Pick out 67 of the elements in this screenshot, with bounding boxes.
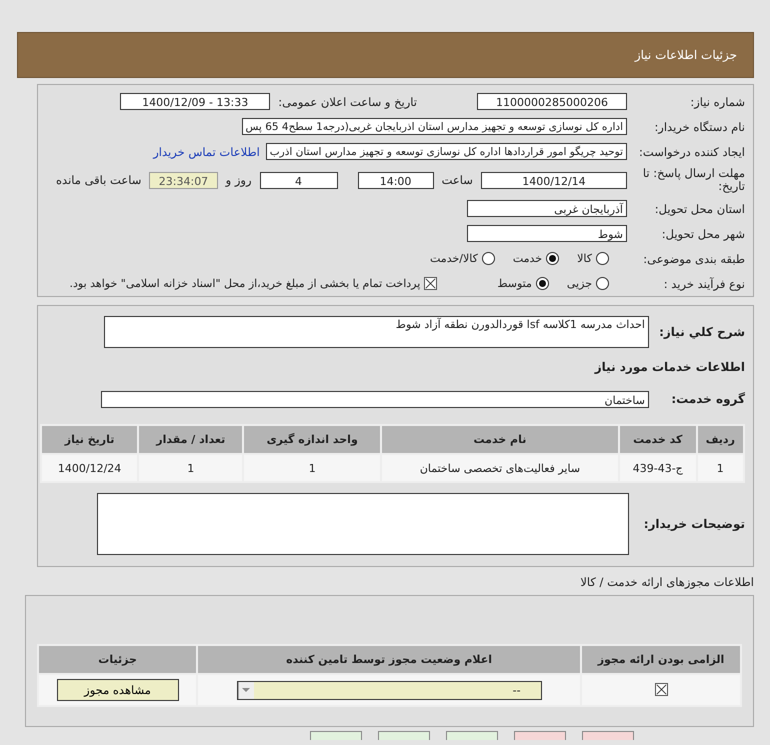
field-label: ساعت [442,173,473,187]
button-edge[interactable] [446,731,498,740]
contact-link[interactable]: اطلاعات تماس خریدار [153,144,260,158]
column-header: تعداد / مقدار [139,426,242,453]
text-field[interactable]: 1400/12/09 - 13:33 [120,93,270,110]
column-header: ردیف [698,426,743,453]
text-field[interactable]: شوط [467,225,627,242]
radio-button[interactable] [482,252,495,265]
field-label: گروه خدمت: [670,392,745,406]
text-field[interactable]: آذربایجان غربی [467,200,627,217]
text-field[interactable]: 14:00 [358,172,434,188]
field-label: تاریخ و ساعت اعلان عمومی: [278,94,417,108]
table-cell: 1 [244,455,380,481]
radio-button[interactable] [536,277,549,290]
payment-note: پرداخت تمام یا بخشی از مبلغ خرید،از محل "اسناد خزانه اسلامی" خواهد بود. [70,277,420,290]
field-label: نام دستگاه خریدار: [653,120,745,134]
table-cell: 1400/12/24 [42,455,138,481]
table-cell: 1 [698,455,743,481]
text-field[interactable]: اداره کل نوسازی توسعه و تجهیز مدارس استان اذربایجان غربی(درجه1 سطح4 65 پس [242,118,627,135]
radio-button[interactable] [546,252,560,265]
button-edge[interactable] [514,731,566,740]
column-header: نام خدمت [382,426,618,453]
field-label: ساعت باقی مانده [56,173,142,187]
radio-button[interactable] [596,252,609,265]
table-cell: سایر فعالیت‌های تخصصی ساختمان [382,455,618,481]
checkbox[interactable] [654,682,668,696]
field-label: استان محل تحویل: [654,202,745,216]
button-edge[interactable] [582,731,634,740]
field-label: روز و [226,173,252,187]
option-label: کالا/خدمت [430,252,478,265]
column-header: جزئیات [39,646,196,673]
text-field[interactable]: 1100000285000206 [477,93,627,110]
option-label: جزیی [566,277,592,290]
text-field[interactable]: 1400/12/14 [480,172,627,188]
countdown-timer: 23:34:07 [149,172,218,188]
option-label: متوسط [497,277,532,290]
column-header: واحد اندازه گیری [244,426,380,453]
field-label: مهلت ارسال پاسخ: تا تاریخ: [642,167,745,193]
button-edge[interactable] [310,731,362,740]
field-label: شماره نیاز: [689,94,745,108]
dropdown[interactable]: -- [236,680,542,700]
text-field[interactable]: ساختمان [101,390,649,408]
field-label: شهر محل تحویل: [660,226,745,240]
field-label: نوع فرآیند خرید : [662,276,745,290]
column-header: تاریخ نیاز [42,426,138,453]
text-area[interactable]: احداث مدرسه 1کلاسه lsf قوردالدورن نطقه آزاد شوط [104,316,649,348]
table-cell: ج-43-439 [620,455,696,481]
text-field[interactable]: 4 [260,172,338,188]
button-edge[interactable] [378,731,430,740]
checkbox[interactable] [424,277,438,290]
column-header: اعلام وضعیت مجوز توسط تامین کننده [198,646,580,673]
caret-icon [238,682,254,698]
table-cell: 1 [139,455,242,481]
field-label: ایجاد کننده درخواست: [638,144,745,158]
section-title: اطلاعات مجوزهای ارائه خدمت / کالا [580,575,754,589]
field-label: شرح کلي نیاز: [658,325,745,339]
column-header: الزامی بودن ارائه مجوز [582,646,740,673]
field-label: طبقه بندی موضوعی: [642,252,745,266]
option-label: کالا [577,252,592,265]
option-label: خدمت [512,252,542,265]
view-license-button[interactable]: مشاهده مجوز [56,679,179,701]
text-area[interactable] [97,493,629,555]
radio-button[interactable] [596,277,609,290]
page-title: جزئیات اطلاعات نیاز [634,48,737,62]
text-field[interactable]: توحید چریگو امور قراردادها اداره کل نوسازی توسعه و تجهیز مدارس استان اذرب [266,143,627,160]
section-title: اطلاعات خدمات مورد نیاز [594,359,745,376]
column-header: کد خدمت [620,426,696,453]
